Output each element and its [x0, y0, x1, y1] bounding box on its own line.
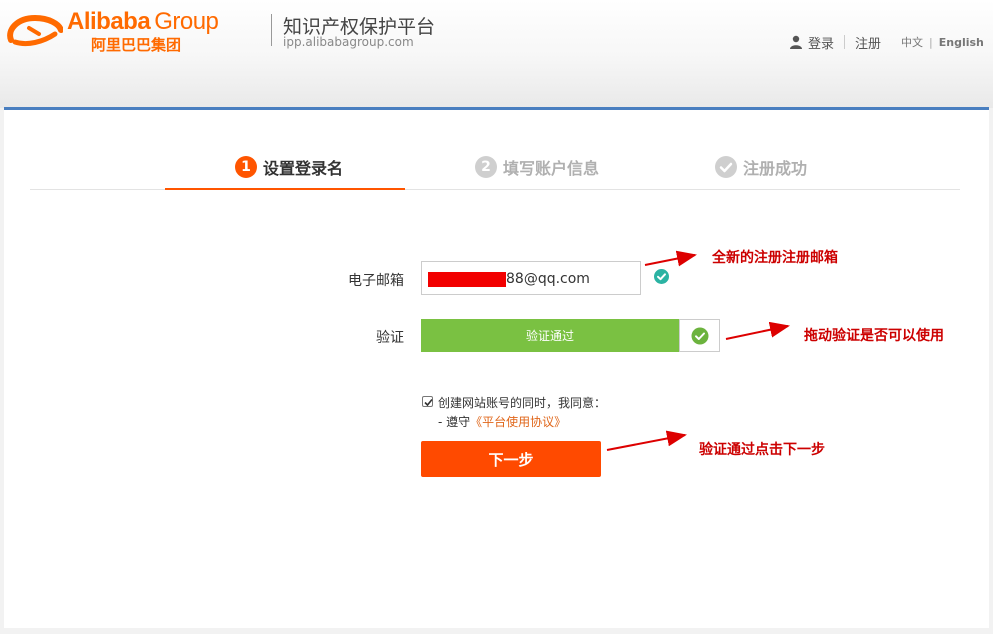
- verify-track: 验证通过: [421, 319, 679, 352]
- check-circle-icon: [691, 327, 708, 344]
- checkmark-icon: [424, 398, 433, 407]
- annotation-verify: 拖动验证是否可以使用: [804, 328, 944, 344]
- annotation-next: 验证通过点击下一步: [699, 442, 825, 458]
- login-link[interactable]: 登录: [808, 33, 834, 52]
- logo-chinese: 阿里巴巴集团: [91, 36, 182, 54]
- agree-checkbox[interactable]: [422, 396, 433, 407]
- logo-wordmark[interactable]: Alibaba Group: [67, 8, 219, 36]
- site-header: Alibaba Group 阿里巴巴集团 知识产权保护平台 ipp.alibaba…: [0, 0, 993, 108]
- step-account-info: 2 填写账户信息: [475, 155, 599, 179]
- agree-prefix: - 遵守: [438, 415, 471, 429]
- step-number-1: 1: [235, 156, 257, 178]
- logo-divider: [271, 14, 272, 46]
- lang-chinese-link[interactable]: 中文: [901, 34, 923, 50]
- step-label: 填写账户信息: [503, 159, 600, 178]
- agree-text: 创建网站账号的同时，我同意：: [438, 396, 607, 410]
- slider-captcha: 验证通过: [421, 319, 721, 352]
- step-label: 设置登录名: [263, 159, 344, 178]
- nav-divider: [844, 35, 846, 49]
- next-step-button[interactable]: 下一步: [421, 441, 601, 477]
- platform-agreement-link[interactable]: 《平台使用协议》: [470, 415, 566, 429]
- site-url: ipp.alibabagroup.com: [283, 35, 414, 49]
- active-step-indicator: [165, 188, 405, 190]
- slider-handle[interactable]: [679, 319, 720, 352]
- annotation-email: 全新的注册注册邮箱: [712, 250, 838, 266]
- verify-label: 验证: [376, 330, 404, 346]
- step-register-success: 注册成功: [715, 155, 807, 179]
- lang-english-link[interactable]: English: [939, 36, 984, 49]
- email-valid-icon: [654, 269, 669, 284]
- step-number-2: 2: [475, 156, 497, 178]
- user-icon: [790, 35, 802, 49]
- top-nav: 登录 注册 中文 | English: [789, 33, 984, 52]
- lang-divider: |: [929, 35, 933, 49]
- email-field[interactable]: 88@qq.com: [421, 261, 641, 295]
- register-link[interactable]: 注册: [855, 33, 881, 52]
- step-label: 注册成功: [743, 159, 808, 178]
- email-label: 电子邮箱: [348, 273, 404, 289]
- registration-panel: 1 设置登录名 2 填写账户信息 注册成功: [4, 110, 989, 628]
- step-set-login-name: 1 设置登录名: [235, 155, 343, 179]
- alibaba-logo-icon[interactable]: [5, 12, 63, 52]
- email-value: 88@qq.com: [506, 271, 590, 287]
- check-circle-icon: [715, 156, 737, 178]
- redaction-mark: [428, 272, 506, 287]
- agree-terms-line: - 遵守《平台使用协议》: [438, 413, 566, 430]
